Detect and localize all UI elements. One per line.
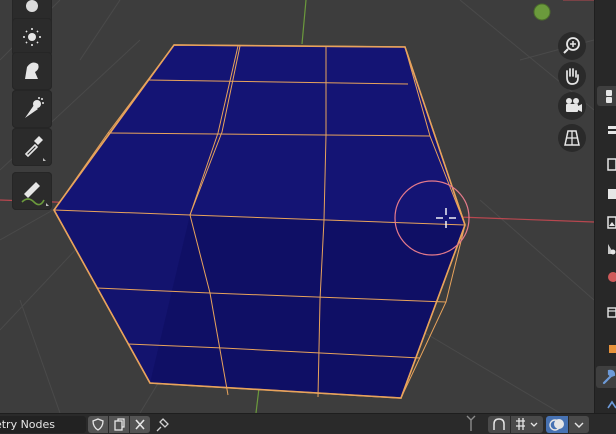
output-tab[interactable] — [598, 156, 616, 174]
eyedropper-button[interactable] — [12, 128, 52, 166]
render-tab[interactable] — [598, 122, 616, 140]
camera-view-button[interactable] — [558, 92, 586, 120]
sample-tool-button[interactable] — [12, 90, 52, 128]
overlay-icon — [549, 419, 564, 431]
shield-icon — [92, 418, 104, 431]
scene-tab[interactable] — [598, 214, 616, 232]
eyedropper-icon — [24, 136, 46, 161]
magnet-icon — [493, 418, 505, 430]
world-tab-icon — [608, 244, 616, 255]
gizmo-y-axis-ball — [533, 3, 551, 21]
tool-tab[interactable] — [597, 86, 616, 106]
pan-icon — [566, 68, 579, 85]
arrow-up-icon — [466, 415, 476, 431]
transform-tool-icon — [25, 62, 39, 79]
grid-view-icon — [564, 130, 580, 146]
pan-button[interactable] — [558, 62, 586, 90]
parent-node-tree-button[interactable] — [464, 415, 486, 433]
viewport-scene — [0, 0, 594, 413]
smooth-tool-icon — [23, 28, 41, 46]
modifier-tab[interactable] — [596, 366, 616, 388]
scene-tab-icon — [607, 216, 616, 229]
node-editor-header: netry Nodes — [0, 413, 616, 434]
constraints-tab-icon — [609, 345, 616, 353]
properties-tab-strip — [594, 0, 616, 413]
world-tab[interactable] — [598, 240, 616, 258]
collection-tab[interactable] — [598, 268, 616, 286]
grid-view-button[interactable] — [558, 124, 586, 152]
chevron-down-icon — [574, 422, 584, 428]
constraints-tab[interactable] — [598, 340, 616, 358]
camera-view-icon — [566, 98, 582, 112]
view-layer-tab[interactable] — [598, 186, 616, 204]
overlay-toggle[interactable] — [546, 416, 568, 433]
output-tab-icon — [607, 158, 616, 171]
tool-tab-icon — [606, 90, 612, 103]
snap-toggle[interactable] — [488, 416, 510, 433]
annotate-icon — [21, 182, 49, 206]
render-tab-icon — [608, 126, 616, 134]
duplicate-icon — [114, 418, 125, 431]
overlay-dropdown[interactable] — [569, 416, 589, 433]
smooth-tool-button[interactable] — [12, 18, 52, 56]
snap-grid-icon — [516, 418, 538, 430]
close-icon — [135, 419, 145, 430]
unlink-button[interactable] — [130, 416, 150, 433]
3d-viewport[interactable] — [0, 0, 594, 413]
sample-tool-icon — [25, 97, 44, 118]
collection-tab-icon — [608, 272, 616, 282]
particles-tab-icon — [607, 400, 616, 409]
snap-target-dropdown[interactable] — [511, 416, 543, 433]
particles-tab[interactable] — [598, 396, 616, 414]
view-layer-tab-icon — [608, 189, 616, 199]
transform-tool-button[interactable] — [12, 52, 52, 90]
zoom-button[interactable] — [558, 32, 586, 60]
zoom-icon — [563, 37, 580, 54]
fake-user-button[interactable] — [88, 416, 108, 433]
object-tab[interactable] — [598, 304, 616, 322]
duplicate-button[interactable] — [109, 416, 129, 433]
pin-icon — [156, 418, 169, 432]
object-tab-icon — [607, 307, 616, 318]
annotate-button[interactable] — [12, 172, 52, 210]
modifier-tab-icon — [602, 369, 616, 385]
pin-button[interactable] — [152, 415, 172, 433]
node-tree-name: netry Nodes — [0, 418, 56, 431]
node-tree-name-field[interactable]: netry Nodes — [0, 416, 86, 433]
y-axis-line — [301, 0, 307, 45]
